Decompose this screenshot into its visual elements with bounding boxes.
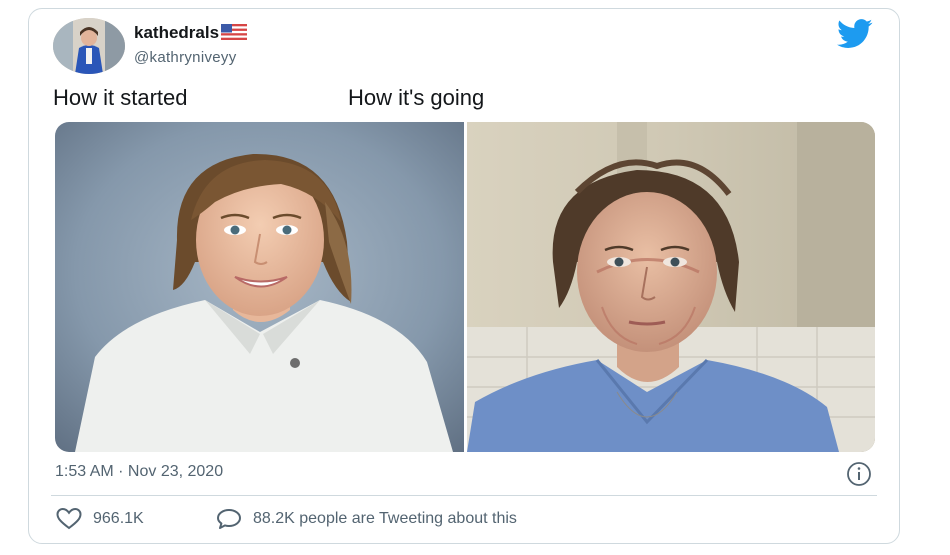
hospital-selfie-photo[interactable] xyxy=(467,122,875,452)
twitter-bird-icon[interactable] xyxy=(837,19,873,49)
author-name[interactable]: kathedrals xyxy=(134,23,248,45)
divider xyxy=(51,495,877,496)
media-grid xyxy=(55,122,875,452)
display-name-text: kathedrals xyxy=(134,23,220,42)
speech-bubble-icon xyxy=(217,509,241,529)
portrait-photo[interactable] xyxy=(55,122,464,452)
us-flag-icon xyxy=(221,24,248,45)
like-button[interactable]: 966.1K xyxy=(55,507,144,531)
caption-how-its-going: How it's going xyxy=(348,85,485,110)
like-count: 966.1K xyxy=(93,510,144,527)
profile-photo xyxy=(53,18,125,74)
heart-icon xyxy=(56,507,82,530)
author-handle[interactable]: @kathryniveyy xyxy=(134,49,237,66)
caption-how-it-started: How it started xyxy=(53,85,188,110)
tweet-card[interactable]: kathedrals @kathryniveyy How it started … xyxy=(28,8,900,544)
tweeting-about-text: 88.2K people are Tweeting about this xyxy=(253,510,517,527)
info-icon[interactable] xyxy=(846,461,872,487)
tweet-timestamp[interactable]: 1:53 AM · Nov 23, 2020 xyxy=(55,463,223,481)
avatar[interactable] xyxy=(53,18,125,74)
conversation-button[interactable]: 88.2K people are Tweeting about this xyxy=(215,507,517,531)
